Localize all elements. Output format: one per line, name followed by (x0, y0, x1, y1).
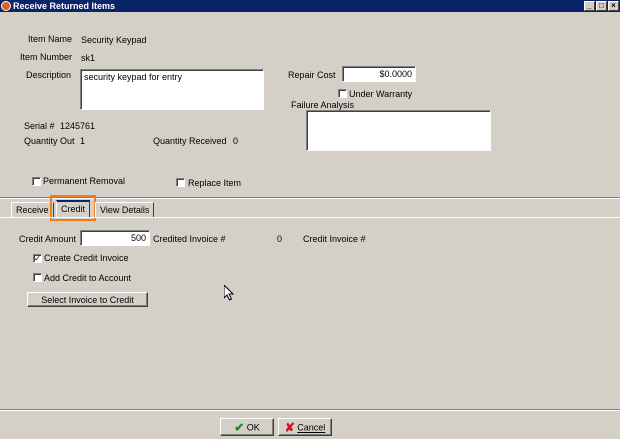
title-bar: Receive Returned Items _ □ × (0, 0, 620, 12)
close-button[interactable]: × (608, 1, 619, 11)
credited-invoice-label: Credited Invoice # (153, 234, 226, 244)
credit-invoice-label: Credit Invoice # (303, 234, 366, 244)
tab-panel-border (0, 217, 620, 218)
credited-invoice-value: 0 (277, 234, 283, 244)
window-title: Receive Returned Items (13, 1, 116, 11)
maximize-button[interactable]: □ (596, 1, 607, 11)
under-warranty-checkbox[interactable] (338, 89, 347, 98)
ok-label: OK (246, 422, 260, 433)
repair-cost-input[interactable]: $0.0000 (342, 66, 416, 82)
tab-view-details[interactable]: View Details (95, 202, 155, 217)
quantity-out-value: 1 (80, 136, 86, 146)
description-label: Description (26, 70, 72, 80)
credit-amount-input[interactable]: 500 (80, 230, 150, 246)
x-icon: ✘ (284, 420, 295, 435)
add-credit-checkbox[interactable] (33, 273, 42, 282)
tab-receive[interactable]: Receive (11, 202, 54, 217)
mouse-cursor-icon (224, 285, 234, 301)
quantity-out-label: Quantity Out (24, 136, 75, 146)
description-field[interactable]: security keypad for entry (80, 69, 264, 110)
app-icon (1, 1, 11, 11)
description-value: security keypad for entry (84, 72, 183, 82)
serial-value: 1245761 (60, 121, 96, 131)
serial-label: Serial # (24, 121, 55, 131)
ok-button[interactable]: ✔ OK (220, 418, 274, 436)
checkmark-icon: ✔ (234, 420, 245, 435)
replace-item-label: Replace Item (188, 178, 242, 188)
cancel-label: Cancel (297, 422, 326, 433)
item-number-label: Item Number (20, 52, 73, 62)
permanent-removal-checkbox[interactable] (32, 177, 41, 186)
cancel-button[interactable]: ✘ Cancel (278, 418, 332, 436)
select-invoice-button[interactable]: Select Invoice to Credit (27, 292, 148, 307)
credit-amount-label: Credit Amount (19, 234, 77, 244)
quantity-received-value: 0 (233, 136, 239, 146)
repair-cost-label: Repair Cost (288, 70, 336, 80)
item-number-value: sk1 (81, 53, 96, 63)
minimize-button[interactable]: _ (584, 1, 595, 11)
permanent-removal-label: Permanent Removal (43, 176, 126, 186)
replace-item-checkbox[interactable] (176, 178, 185, 187)
failure-analysis-label: Failure Analysis (291, 100, 355, 110)
create-credit-invoice-checkbox[interactable]: ✓ (33, 254, 42, 263)
credit-amount-value: 500 (130, 233, 146, 243)
item-name-value: Security Keypad (81, 35, 147, 45)
footer-separator (0, 409, 620, 411)
failure-analysis-field[interactable] (306, 110, 491, 151)
repair-cost-value: $0.0000 (379, 69, 412, 79)
quantity-received-label: Quantity Received (153, 136, 227, 146)
under-warranty-label: Under Warranty (349, 89, 413, 99)
create-credit-invoice-label: Create Credit Invoice (44, 253, 129, 263)
add-credit-label: Add Credit to Account (44, 273, 132, 283)
item-name-label: Item Name (28, 34, 73, 44)
